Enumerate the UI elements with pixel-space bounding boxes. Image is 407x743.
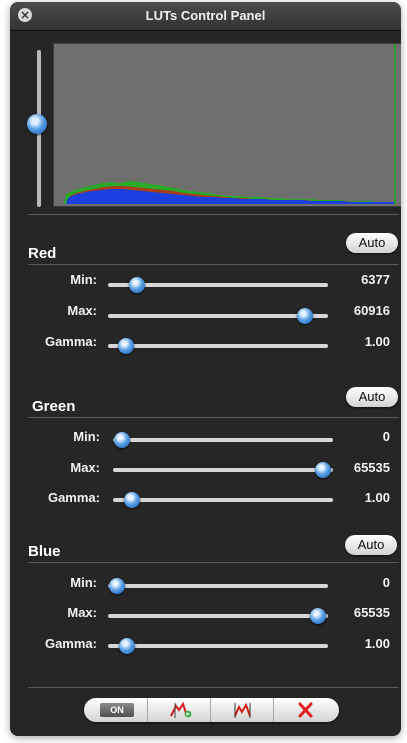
blue-max-slider-track[interactable] [108,614,328,618]
blue-gamma-label: Gamma: [44,636,97,651]
red-max-slider-track[interactable] [108,314,328,318]
red-min-label: Min: [70,272,97,287]
red-gamma-label: Gamma: [44,334,97,349]
apply-curve-icon [170,701,192,718]
bottom-toolbar: ON [84,698,339,722]
blue-min-label: Min: [70,575,97,590]
red-gamma-slider-knob[interactable] [118,338,134,354]
green-min-value: 0 [382,429,390,444]
blue-max-slider-knob[interactable] [310,608,326,624]
blue-min-slider-track[interactable] [108,584,328,588]
red-min-value: 6377 [361,272,390,287]
green-gamma-value: 1.00 [364,490,390,505]
vertical-slider-knob[interactable] [27,114,47,134]
red-gamma-value: 1.00 [364,334,390,349]
green-max-slider-knob[interactable] [315,462,331,478]
section-title-blue: Blue [28,543,61,560]
blue-gamma-slider-knob[interactable] [119,638,135,654]
blue-auto-button[interactable]: Auto [345,535,397,555]
green-gamma-label: Gamma: [47,490,100,505]
apply-curve-button[interactable] [147,698,211,722]
blue-gamma-slider-track[interactable] [108,644,328,648]
blue-max-label: Max: [67,605,97,620]
green-min-slider-track[interactable] [113,438,333,442]
histogram-max-marker [394,44,396,204]
red-max-label: Max: [67,303,97,318]
blue-max-value: 65535 [353,605,390,620]
histogram [53,43,401,207]
luts-control-panel: × LUTs Control Panel Red Auto Min: 6377 … [10,2,401,736]
red-gamma-slider-track[interactable] [108,344,328,348]
blue-min-value: 0 [382,575,390,590]
green-max-slider-track[interactable] [113,468,333,472]
separator-top [28,214,399,215]
blue-gamma-value: 1.00 [364,636,390,651]
red-max-value: 60916 [353,303,390,318]
curve-button[interactable] [210,698,274,722]
green-auto-button[interactable]: Auto [346,387,398,407]
separator-bottom [28,687,399,688]
section-title-red: Red [28,245,57,262]
green-min-slider-knob[interactable] [114,432,130,448]
histogram-background [54,44,401,206]
green-max-value: 65535 [353,460,390,475]
on-toggle-label: ON [100,703,134,717]
title-bar: × LUTs Control Panel [10,2,401,31]
delete-icon [298,702,313,718]
separator-green [28,417,399,418]
separator-blue [28,562,399,563]
green-gamma-slider-track[interactable] [113,498,333,502]
delete-button[interactable] [273,698,337,722]
window-title: LUTs Control Panel [145,8,266,23]
green-max-label: Max: [70,460,100,475]
red-min-slider-knob[interactable] [129,277,145,293]
on-toggle-button[interactable]: ON [84,698,147,722]
section-title-green: Green [32,398,76,415]
red-auto-button[interactable]: Auto [346,233,398,253]
curve-icon [234,702,251,718]
green-gamma-slider-knob[interactable] [124,492,140,508]
red-max-slider-knob[interactable] [297,308,313,324]
blue-min-slider-knob[interactable] [109,578,125,594]
separator-red [28,264,399,265]
green-min-label: Min: [73,429,100,444]
histogram-plot [54,44,401,206]
